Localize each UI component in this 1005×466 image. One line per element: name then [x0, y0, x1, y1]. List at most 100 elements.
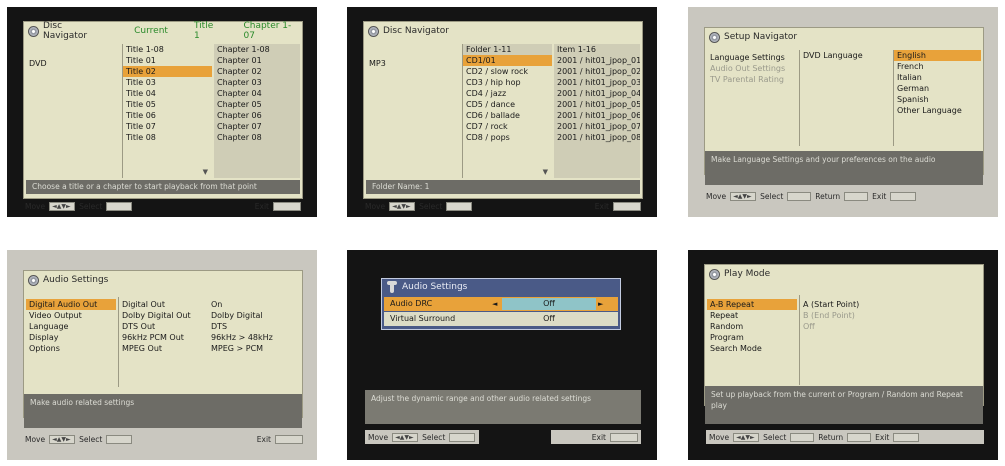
enter-key-icon	[106, 201, 133, 211]
current-chapter: Chapter 1-07	[243, 21, 292, 41]
disc-type-item[interactable]: DVD	[26, 58, 120, 69]
disc-type-column: MP3	[366, 58, 460, 178]
file-item[interactable]: 2001 / hit01_jpop_02	[554, 66, 640, 77]
menu-item-video-output[interactable]: Video Output	[26, 310, 116, 321]
disc-icon	[709, 268, 720, 280]
chapter-item[interactable]: Chapter 05	[214, 99, 300, 110]
hint-bar: Adjust the dynamic range and other audio…	[365, 390, 641, 424]
setting-value: Off	[543, 299, 555, 308]
setting-value[interactable]: On	[208, 299, 300, 310]
chapter-item[interactable]: Chapter 06	[214, 110, 300, 121]
option-off[interactable]: Off	[800, 321, 981, 332]
option-item[interactable]: Italian	[894, 72, 981, 83]
folder-item[interactable]: CD6 / ballade	[463, 110, 552, 121]
title-item[interactable]: Title 06	[123, 110, 212, 121]
play-mode-menu: A-B Repeat Repeat Random Program Search …	[707, 299, 797, 385]
chapter-item[interactable]: Chapter 01	[214, 55, 300, 66]
chapter-item[interactable]: Chapter 03	[214, 77, 300, 88]
menu-item-random[interactable]: Random	[707, 321, 797, 332]
file-item[interactable]: 2001 / hit01_jpop_01	[554, 55, 640, 66]
file-item[interactable]: 2001 / hit01_jpop_08	[554, 132, 640, 143]
menu-item-search-mode[interactable]: Search Mode	[707, 343, 797, 354]
menu-item-digital-audio-out-selected[interactable]: Digital Audio Out	[26, 299, 116, 310]
folder-item[interactable]: CD2 / slow rock	[463, 66, 552, 77]
setting-name[interactable]: DTS Out	[119, 321, 206, 332]
menu-item-audio-out-settings[interactable]: Audio Out Settings	[707, 63, 799, 74]
menu-item-program[interactable]: Program	[707, 332, 797, 343]
footer-gap	[479, 430, 552, 444]
option-a-start-point[interactable]: A (Start Point)	[800, 299, 981, 310]
folder-item[interactable]: CD5 / dance	[463, 99, 552, 110]
setting-name[interactable]: Dolby Digital Out	[119, 310, 206, 321]
file-item[interactable]: 2001 / hit01_jpop_05	[554, 99, 640, 110]
title-item[interactable]: Title 07	[123, 121, 212, 132]
folder-item[interactable]: CD3 / hip hop	[463, 77, 552, 88]
chapter-item[interactable]: Chapter 02	[214, 66, 300, 77]
menu-item-tv-parental-rating[interactable]: TV Parental Rating	[707, 74, 799, 85]
setting-value[interactable]: Dolby Digital	[208, 310, 300, 321]
hint-bar: Choose a title or a chapter to start pla…	[26, 180, 300, 194]
menu-item-options[interactable]: Options	[26, 343, 116, 354]
return-label: Return	[818, 432, 844, 442]
chapter-column: Chapter 1-08 Chapter 01 Chapter 02 Chapt…	[214, 44, 300, 178]
osd-title: Disc Navigator	[43, 21, 88, 41]
osd-titlebar: Disc Navigator	[364, 22, 642, 40]
file-item[interactable]: 2001 / hit01_jpop_03	[554, 77, 640, 88]
menu-item-language[interactable]: Language	[26, 321, 116, 332]
scroll-down-icon[interactable]: ▼	[543, 168, 548, 176]
setting-name: Audio DRC	[390, 299, 433, 308]
title-item[interactable]: Title 04	[123, 88, 212, 99]
setting-name[interactable]: MPEG Out	[119, 343, 206, 354]
title-item[interactable]: Title 08	[123, 132, 212, 143]
menu-item-ab-repeat-selected[interactable]: A-B Repeat	[707, 299, 797, 310]
folder-item[interactable]: CD7 / rock	[463, 121, 552, 132]
chapter-item[interactable]: Chapter 07	[214, 121, 300, 132]
title-item[interactable]: Title 05	[123, 99, 212, 110]
arrow-right-icon[interactable]: ►	[598, 297, 603, 311]
title-item[interactable]: Title 01	[123, 55, 212, 66]
setting-value[interactable]: MPEG > PCM	[208, 343, 300, 354]
setting-row-audio-drc[interactable]: Audio DRC ◄ Off ►	[384, 297, 618, 311]
setting-value[interactable]: 96kHz > 48kHz	[208, 332, 300, 343]
menu-item-repeat[interactable]: Repeat	[707, 310, 797, 321]
menu-item-language-settings[interactable]: Language Settings	[707, 52, 799, 63]
submenu-item-dvd-language[interactable]: DVD Language	[800, 50, 891, 61]
disc-type-item[interactable]: MP3	[366, 58, 460, 69]
setting-name[interactable]: Digital Out	[119, 299, 206, 310]
menu-item-display[interactable]: Display	[26, 332, 116, 343]
title-item[interactable]: Title 03	[123, 77, 212, 88]
file-item[interactable]: 2001 / hit01_jpop_07	[554, 121, 640, 132]
option-item[interactable]: Spanish	[894, 94, 981, 105]
chapter-item[interactable]: Chapter 04	[214, 88, 300, 99]
setting-names-column: Digital Out Dolby Digital Out DTS Out 96…	[118, 297, 206, 387]
setting-name[interactable]: 96kHz PCM Out	[119, 332, 206, 343]
option-item[interactable]: German	[894, 83, 981, 94]
folder-item-selected[interactable]: CD1/01	[463, 55, 552, 66]
file-item[interactable]: 2001 / hit01_jpop_06	[554, 110, 640, 121]
current-label: Current	[134, 26, 168, 36]
option-item[interactable]: Other Language	[894, 105, 981, 116]
select-label: Select	[763, 432, 787, 442]
arrow-left-icon[interactable]: ◄	[492, 297, 497, 311]
enter-key-icon	[449, 432, 476, 442]
setting-row-virtual-surround[interactable]: Virtual Surround Off	[384, 312, 618, 326]
file-item[interactable]: 2001 / hit01_jpop_04	[554, 88, 640, 99]
folder-item[interactable]: CD4 / jazz	[463, 88, 552, 99]
setup-key-icon	[893, 432, 920, 442]
option-b-end-point[interactable]: B (End Point)	[800, 310, 981, 321]
title-item-selected[interactable]: Title 02	[123, 66, 212, 77]
folder-column: Folder 1-11 CD1/01 CD2 / slow rock CD3 /…	[462, 44, 552, 178]
key-guide: Move ◄▲▼► Select Return Exit	[706, 189, 984, 203]
select-label: Select	[79, 201, 103, 211]
scroll-down-icon[interactable]: ▼	[203, 168, 208, 176]
setting-value[interactable]: DTS	[208, 321, 300, 332]
folder-item[interactable]: CD8 / pops	[463, 132, 552, 143]
hint-bar: Make audio related settings	[24, 394, 302, 428]
chapter-item[interactable]: Chapter 08	[214, 132, 300, 143]
disc-icon	[709, 31, 720, 43]
exit-label: Exit	[256, 434, 271, 444]
option-english-selected[interactable]: English	[894, 50, 981, 61]
option-item[interactable]: French	[894, 61, 981, 72]
title-column: Title 1-08 Title 01 Title 02 Title 03 Ti…	[122, 44, 212, 178]
arrow-keys-icon: ◄▲▼►	[49, 434, 76, 444]
